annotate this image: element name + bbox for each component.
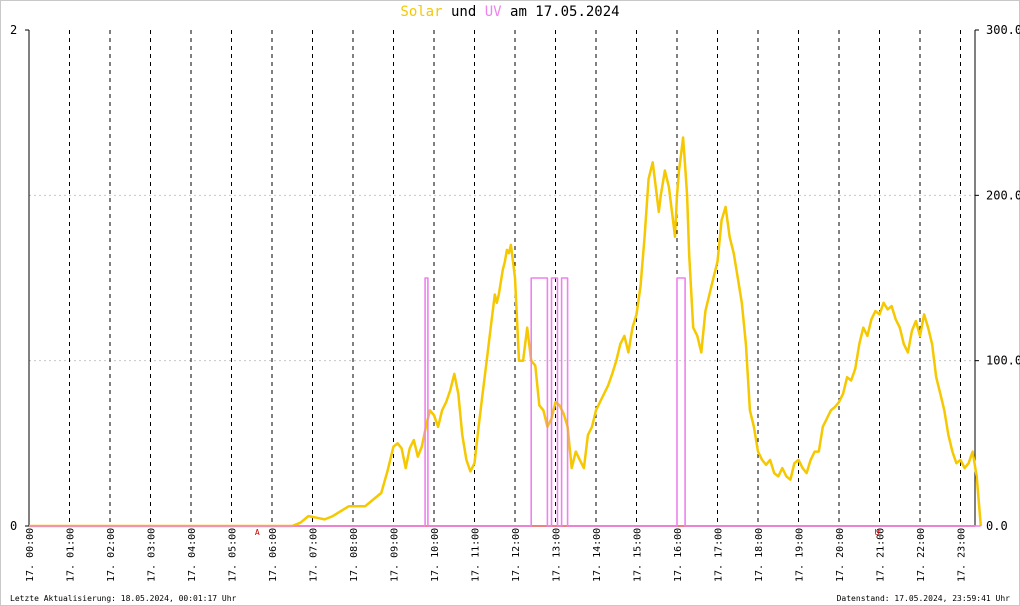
x-tick-label: 17. 20:00 (835, 528, 846, 582)
x-tick-label: 17. 10:00 (430, 528, 441, 582)
right-tick-label: 100.0 (986, 354, 1020, 368)
x-tick-label: 17. 12:00 (511, 528, 522, 582)
footer-last-update: Letzte Aktualisierung: 18.05.2024, 00:01… (10, 594, 237, 603)
x-tick-label: 17. 01:00 (66, 528, 77, 582)
x-tick-label: 17. 04:00 (187, 528, 198, 582)
x-tick-label: 17. 23:00 (957, 528, 968, 582)
x-tick-label: 17. 09:00 (390, 528, 401, 582)
x-tick-label: 17. 07:00 (309, 528, 320, 582)
x-tick-label: 17. 18:00 (754, 528, 765, 582)
x-tick-label: 17. 17:00 (714, 528, 725, 582)
x-tick-label: 17. 02:00 (106, 528, 117, 582)
right-tick-label: 0.0 (986, 519, 1008, 533)
x-tick-label: 17. 15:00 (633, 528, 644, 582)
x-tick-label: 17. 00:00 (25, 528, 36, 582)
left-tick-label: 2 (10, 23, 17, 37)
footer-data-status: Datenstand: 17.05.2024, 23:59:41 Uhr (836, 594, 1010, 603)
x-tick-label: 17. 06:00 (268, 528, 279, 582)
x-tick-label: 17. 11:00 (471, 528, 482, 582)
right-tick-label: 300.0 (986, 23, 1020, 37)
x-tick-label: 17. 22:00 (916, 528, 927, 582)
x-tick-label: 17. 14:00 (592, 528, 603, 582)
x-tick-label: 17. 05:00 (228, 528, 239, 582)
x-tick-label: 17. 03:00 (147, 528, 158, 582)
x-tick-label: 17. 16:00 (673, 528, 684, 582)
left-tick-label: 0 (10, 519, 17, 533)
x-tick-label: 17. 13:00 (552, 528, 563, 582)
x-tick-label: 17. 19:00 (795, 528, 806, 582)
chart-area: 0 2 0.0 100.0 200.0 300.0 17. 00:00 17. 01:00 17… (10, 23, 1020, 582)
sunrise-marker: A (255, 528, 260, 537)
sunset-marker: U (874, 528, 879, 537)
right-tick-label: 200.0 (986, 188, 1020, 202)
x-tick-label: 17. 08:00 (349, 528, 360, 582)
